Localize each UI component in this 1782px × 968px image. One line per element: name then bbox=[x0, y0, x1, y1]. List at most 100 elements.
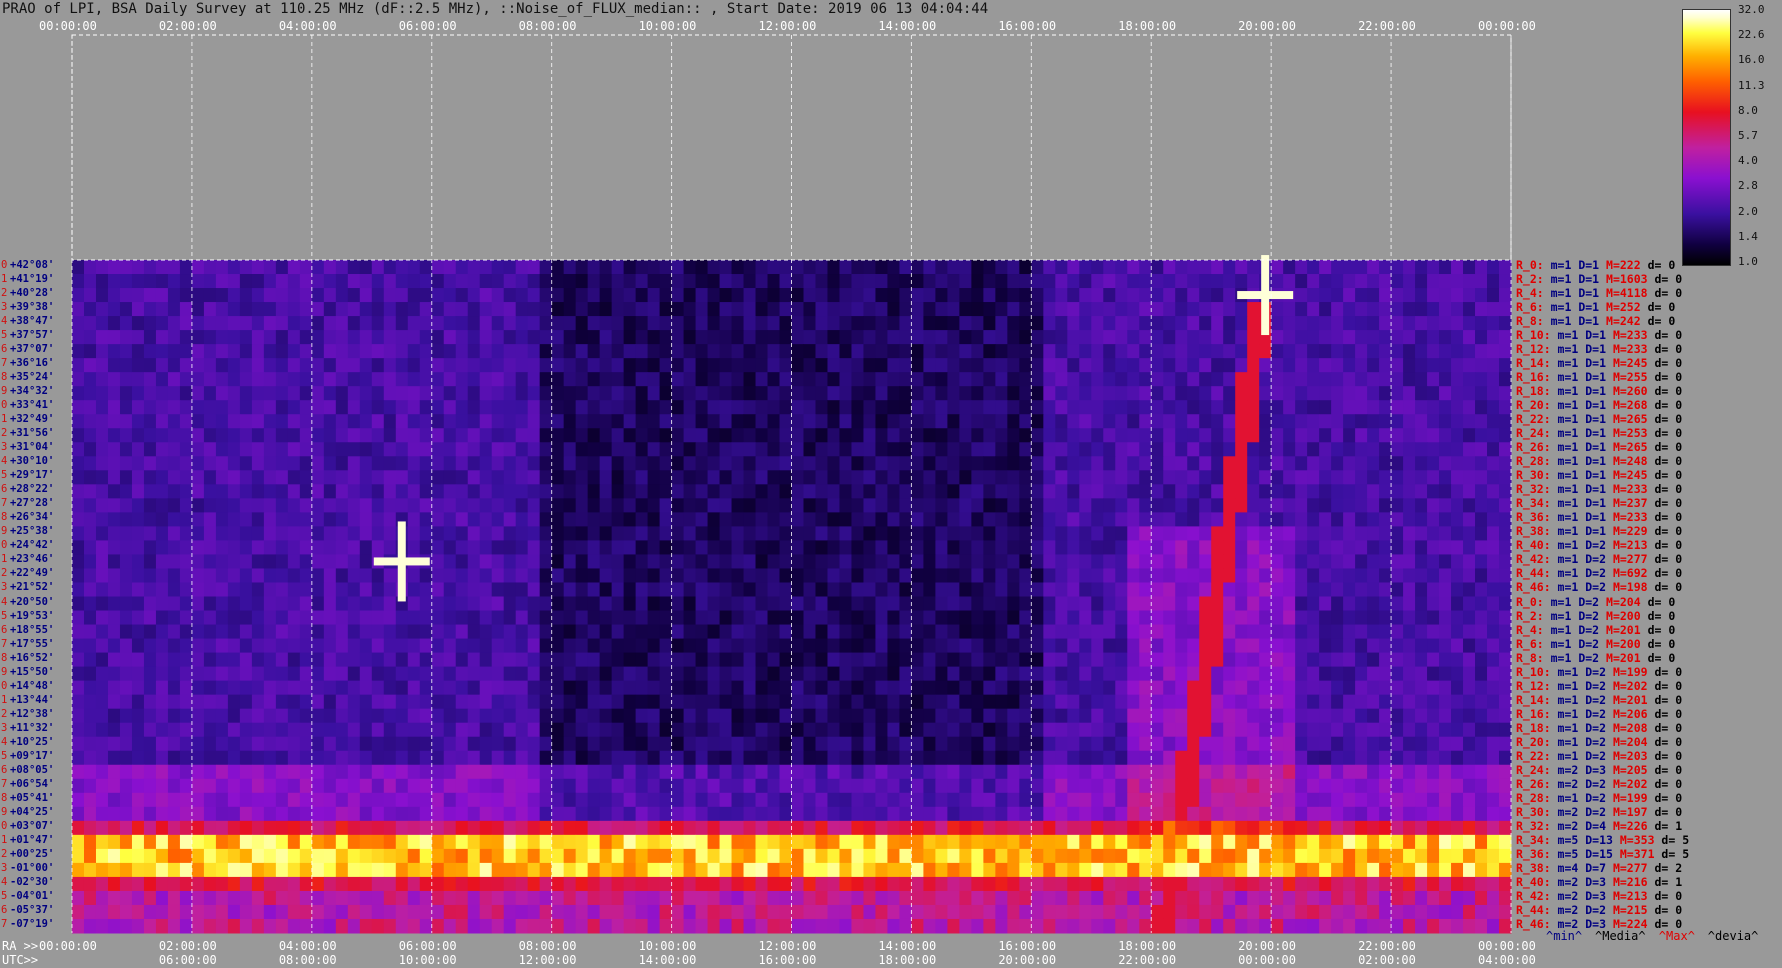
heatmap-cell bbox=[1331, 470, 1344, 485]
heatmap-cell bbox=[947, 386, 960, 401]
heatmap-cell bbox=[995, 708, 1008, 724]
heatmap-cell bbox=[1427, 694, 1440, 710]
heatmap-cell bbox=[83, 330, 97, 345]
heatmap-cell bbox=[443, 610, 457, 626]
heatmap-cell bbox=[419, 456, 433, 471]
heatmap-cell bbox=[455, 680, 469, 696]
heatmap-cell bbox=[203, 260, 217, 275]
heatmap-cell bbox=[599, 596, 613, 612]
heatmap-cell bbox=[1283, 568, 1296, 583]
heatmap-cell bbox=[455, 806, 469, 822]
heatmap-cell bbox=[299, 540, 313, 555]
heatmap-cell bbox=[503, 568, 517, 583]
heatmap-cell bbox=[1247, 330, 1260, 345]
heatmap-cell bbox=[191, 652, 205, 668]
heatmap-cell bbox=[503, 358, 517, 373]
heatmap-cell bbox=[839, 274, 852, 289]
heatmap-cell bbox=[1427, 736, 1440, 752]
heatmap-cell bbox=[107, 568, 121, 583]
heatmap-cell bbox=[335, 806, 349, 822]
heatmap-cell bbox=[1211, 806, 1224, 822]
heatmap-cell bbox=[1499, 358, 1512, 373]
heatmap-cell bbox=[1499, 484, 1512, 499]
heatmap-cell bbox=[1091, 302, 1104, 317]
heatmap-cell bbox=[1343, 680, 1356, 696]
heatmap-cell bbox=[827, 694, 840, 710]
heatmap-cell bbox=[191, 386, 205, 401]
heatmap-cell bbox=[563, 806, 577, 822]
heatmap-cell bbox=[1367, 512, 1380, 527]
heatmap-cell bbox=[731, 792, 745, 808]
heatmap-cell bbox=[1247, 568, 1260, 583]
heatmap-cell bbox=[72, 568, 85, 583]
heatmap-cell bbox=[1439, 526, 1452, 541]
heatmap-cell bbox=[695, 386, 709, 401]
heatmap-cell bbox=[1331, 792, 1344, 808]
heatmap-cell bbox=[419, 470, 433, 485]
heatmap-cell bbox=[455, 428, 469, 443]
heatmap-cell bbox=[647, 540, 661, 555]
heatmap-cell bbox=[551, 358, 565, 373]
heatmap-cell bbox=[1427, 400, 1440, 415]
heatmap-cell bbox=[467, 554, 481, 569]
heatmap-cell bbox=[1463, 484, 1476, 499]
heatmap-cell bbox=[1139, 792, 1152, 808]
heatmap-cell bbox=[647, 820, 661, 836]
heatmap-cell bbox=[1211, 414, 1224, 429]
heatmap-cell bbox=[923, 498, 936, 513]
heatmap-cell bbox=[1211, 400, 1224, 415]
heatmap-cell bbox=[851, 260, 864, 275]
heatmap-cell bbox=[683, 722, 697, 738]
heatmap-cell bbox=[335, 610, 349, 626]
heatmap-cell bbox=[323, 722, 337, 738]
heatmap-cell bbox=[1475, 470, 1488, 485]
heatmap-cell bbox=[671, 456, 685, 471]
heatmap-cell bbox=[1211, 610, 1224, 626]
heatmap-cell bbox=[1451, 540, 1464, 555]
heatmap-cell bbox=[299, 288, 313, 303]
heatmap-cell bbox=[1019, 820, 1032, 836]
heatmap-cell bbox=[227, 386, 241, 401]
heatmap-cell bbox=[911, 260, 924, 275]
heatmap-cell bbox=[755, 330, 769, 345]
heatmap-cell bbox=[563, 330, 577, 345]
heatmap-cell bbox=[1331, 722, 1344, 738]
heatmap-cell bbox=[119, 512, 133, 527]
heatmap-cell bbox=[1283, 344, 1296, 359]
heatmap-cell bbox=[1283, 498, 1296, 513]
heatmap-cell bbox=[1127, 456, 1140, 471]
heatmap-cell bbox=[1223, 638, 1236, 654]
heatmap-cell bbox=[683, 554, 697, 569]
heatmap-cell bbox=[371, 470, 385, 485]
heatmap-cell bbox=[1343, 624, 1356, 640]
heatmap-cell bbox=[1043, 372, 1056, 387]
heatmap-cell bbox=[455, 330, 469, 345]
heatmap-cell bbox=[587, 498, 601, 513]
heatmap-cell bbox=[1463, 288, 1476, 303]
heatmap-cell bbox=[1487, 582, 1500, 597]
heatmap-cell bbox=[1367, 470, 1380, 485]
heatmap-cell bbox=[779, 568, 792, 583]
heatmap-cell bbox=[1223, 750, 1236, 766]
heatmap-cell bbox=[635, 330, 649, 345]
heatmap-cell bbox=[215, 568, 229, 583]
heatmap-cell bbox=[83, 582, 97, 597]
heatmap-cell bbox=[107, 414, 121, 429]
heatmap-cell bbox=[1079, 596, 1092, 612]
heatmap-cell bbox=[839, 554, 852, 569]
heatmap-cell bbox=[587, 512, 601, 527]
heatmap-cell bbox=[851, 750, 864, 766]
heatmap-cell bbox=[719, 666, 733, 682]
heatmap-cell bbox=[635, 792, 649, 808]
heatmap-cell bbox=[563, 778, 577, 794]
heatmap-cell bbox=[1295, 708, 1308, 724]
heatmap-cell bbox=[467, 638, 481, 654]
heatmap-cell bbox=[1055, 302, 1068, 317]
heatmap-cell bbox=[899, 330, 912, 345]
heatmap-cell bbox=[515, 820, 529, 836]
heatmap-cell bbox=[551, 316, 565, 331]
heatmap-cell bbox=[779, 638, 792, 654]
heatmap-cell bbox=[959, 386, 972, 401]
heatmap-cell bbox=[1103, 624, 1116, 640]
heatmap-cell bbox=[1307, 722, 1320, 738]
